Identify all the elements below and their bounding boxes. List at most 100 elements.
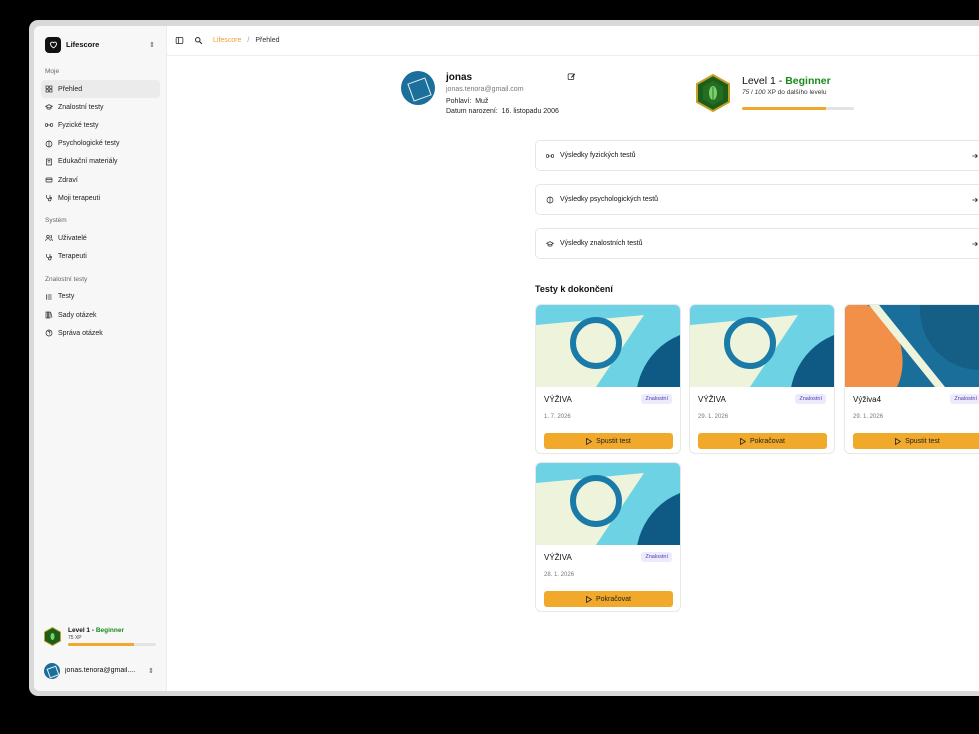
sidebar-item[interactable]: Sady otázek xyxy=(41,306,160,324)
sidebar-item-label: Přehled xyxy=(58,85,83,93)
level-title: Level 1 - Beginner xyxy=(742,75,831,87)
level-xp-bar-fill xyxy=(742,107,826,110)
test-action-button[interactable]: Pokračovat xyxy=(698,433,827,449)
test-title: VÝŽIVA xyxy=(544,395,572,404)
dumbbell-icon xyxy=(45,123,53,128)
sidebar-item[interactable]: Znalostní testy xyxy=(41,98,160,116)
question-icon xyxy=(45,329,53,337)
test-card: VÝŽIVA Znalostní 1. 7. 2026 Spustit test xyxy=(535,304,681,454)
stethoscope-icon xyxy=(46,195,52,202)
sidebar-item-label: Moji terapeuti xyxy=(58,194,101,202)
test-action-button[interactable]: Spustit test xyxy=(544,433,673,449)
sidebar-nav-group: Uživatelé Terapeuti xyxy=(41,229,160,265)
sidebar-nav-group: Testy Sady otázek Správa otázek xyxy=(41,288,160,343)
sidebar-item[interactable]: Přehled xyxy=(41,80,160,99)
sidebar-item-label: Zdraví xyxy=(58,176,78,184)
result-label: Výsledky fyzických testů xyxy=(560,152,636,159)
xp-suffix: XP do dalšího levelu xyxy=(765,89,827,96)
grid-icon xyxy=(45,85,53,93)
sidebar-item[interactable]: Psychologické testy xyxy=(41,135,160,153)
breadcrumb-separator: / xyxy=(247,37,250,44)
sidebar-item[interactable]: Zdraví xyxy=(41,171,160,189)
sidebar-item[interactable]: Fyzické testy xyxy=(41,116,160,134)
topbar: Lifescore / Přehled xyxy=(167,26,979,56)
brain-icon xyxy=(45,140,53,147)
sidebar-item[interactable]: Testy xyxy=(41,288,160,306)
play-icon xyxy=(740,437,746,445)
sidebar-item[interactable]: Moji terapeuti xyxy=(41,189,160,207)
profile-email: jonas.tenora@gmail.com xyxy=(446,86,524,93)
test-type-badge: Znalostní xyxy=(641,552,672,562)
play-icon xyxy=(586,595,592,603)
app-switcher[interactable]: Lifescore ⇕ xyxy=(45,36,155,53)
edit-icon[interactable] xyxy=(567,72,576,81)
heart-icon xyxy=(45,36,61,53)
test-action-button[interactable]: Spustit test xyxy=(853,433,979,449)
test-title: VÝŽIVA xyxy=(698,395,726,404)
result-link[interactable]: Výsledky znalostních testů xyxy=(535,228,979,259)
sidebar-item[interactable]: Správa otázek xyxy=(41,324,160,342)
avatar xyxy=(401,71,435,105)
test-action-label: Pokračovat xyxy=(749,437,786,445)
level-xp-bar xyxy=(742,107,854,110)
user-menu[interactable]: jonas.tenora@gmail.... ⇕ xyxy=(44,662,154,679)
graduation-cap-icon xyxy=(546,240,554,246)
test-date: 1. 7. 2026 xyxy=(544,414,571,420)
sidebar-xp: 75 XP xyxy=(68,635,82,641)
result-label: Výsledky psychologických testů xyxy=(560,196,659,203)
level-hexagon-icon xyxy=(696,74,730,112)
sidebar-item-label: Sady otázek xyxy=(58,311,97,319)
test-action-button[interactable]: Pokračovat xyxy=(544,591,673,607)
arrow-right-icon xyxy=(972,153,978,158)
test-card: Výživa4 Znalostní 29. 1. 2026 Spustit test xyxy=(844,304,979,454)
level-xp: 75 / 100 XP do dalšího levelu xyxy=(742,89,826,96)
sidebar-item-label: Psychologické testy xyxy=(58,140,120,148)
chevron-up-down-icon: ⇕ xyxy=(148,667,154,675)
sidebar-item[interactable]: Uživatelé xyxy=(41,229,160,247)
stethoscope-icon xyxy=(46,253,52,260)
profile-gender: Pohlaví: Muž xyxy=(446,98,488,105)
sidebar-item[interactable]: Terapeuti xyxy=(41,248,160,266)
arrow-right-icon xyxy=(972,197,978,202)
play-icon xyxy=(895,437,902,445)
sidebar-section-label: Znalostní testy xyxy=(45,275,88,283)
graduation-cap-icon xyxy=(45,104,53,110)
sidebar-section-label: Moje xyxy=(45,68,60,75)
sidebar-item-label: Fyzické testy xyxy=(58,121,99,129)
chevron-up-down-icon: ⇕ xyxy=(149,41,155,49)
sidebar-nav-group: Přehled Znalostní testy Fyzické testy Psych… xyxy=(41,80,160,207)
result-link[interactable]: Výsledky psychologických testů xyxy=(535,184,979,215)
tests-section-title: Testy k dokončení xyxy=(535,284,613,294)
breadcrumb-current: Přehled xyxy=(255,37,280,44)
test-date: 29. 1. 2026 xyxy=(853,414,884,420)
birth-label: Datum narození: xyxy=(446,108,498,115)
test-action-label: Spustit test xyxy=(905,437,940,445)
test-cover-image xyxy=(690,305,834,387)
profile-name: jonas xyxy=(446,72,473,83)
sidebar-item[interactable]: Edukační materiály xyxy=(41,153,160,171)
sidebar-toggle-icon[interactable] xyxy=(175,36,184,45)
sidebar-item-label: Správa otázek xyxy=(58,329,103,337)
test-type-badge: Znalostní xyxy=(795,394,826,404)
test-cover-image xyxy=(536,463,680,545)
test-date: 29. 1. 2026 xyxy=(698,414,729,420)
sidebar-section-label: Systém xyxy=(45,217,67,225)
test-card: VÝŽIVA Znalostní 28. 1. 2026 Pokračovat xyxy=(535,462,681,612)
test-type-badge: Znalostní xyxy=(641,394,672,404)
level-hexagon-icon xyxy=(44,627,61,646)
breadcrumb-parent[interactable]: Lifescore xyxy=(213,37,241,44)
level-prefix: Level 1 - xyxy=(742,75,786,87)
avatar xyxy=(44,662,60,679)
users-icon xyxy=(45,235,53,242)
search-icon[interactable] xyxy=(194,36,203,45)
gender-label: Pohlaví: xyxy=(446,98,472,105)
test-title: Výživa4 xyxy=(853,395,882,404)
sidebar-item-label: Terapeuti xyxy=(58,253,87,261)
list-icon xyxy=(46,294,52,300)
result-link[interactable]: Výsledky fyzických testů xyxy=(535,140,979,171)
test-cover-image xyxy=(845,305,979,387)
test-date: 28. 1. 2026 xyxy=(544,572,575,578)
brain-icon xyxy=(546,196,554,203)
test-action-label: Spustit test xyxy=(596,437,631,445)
sidebar-item-label: Edukační materiály xyxy=(58,158,118,166)
